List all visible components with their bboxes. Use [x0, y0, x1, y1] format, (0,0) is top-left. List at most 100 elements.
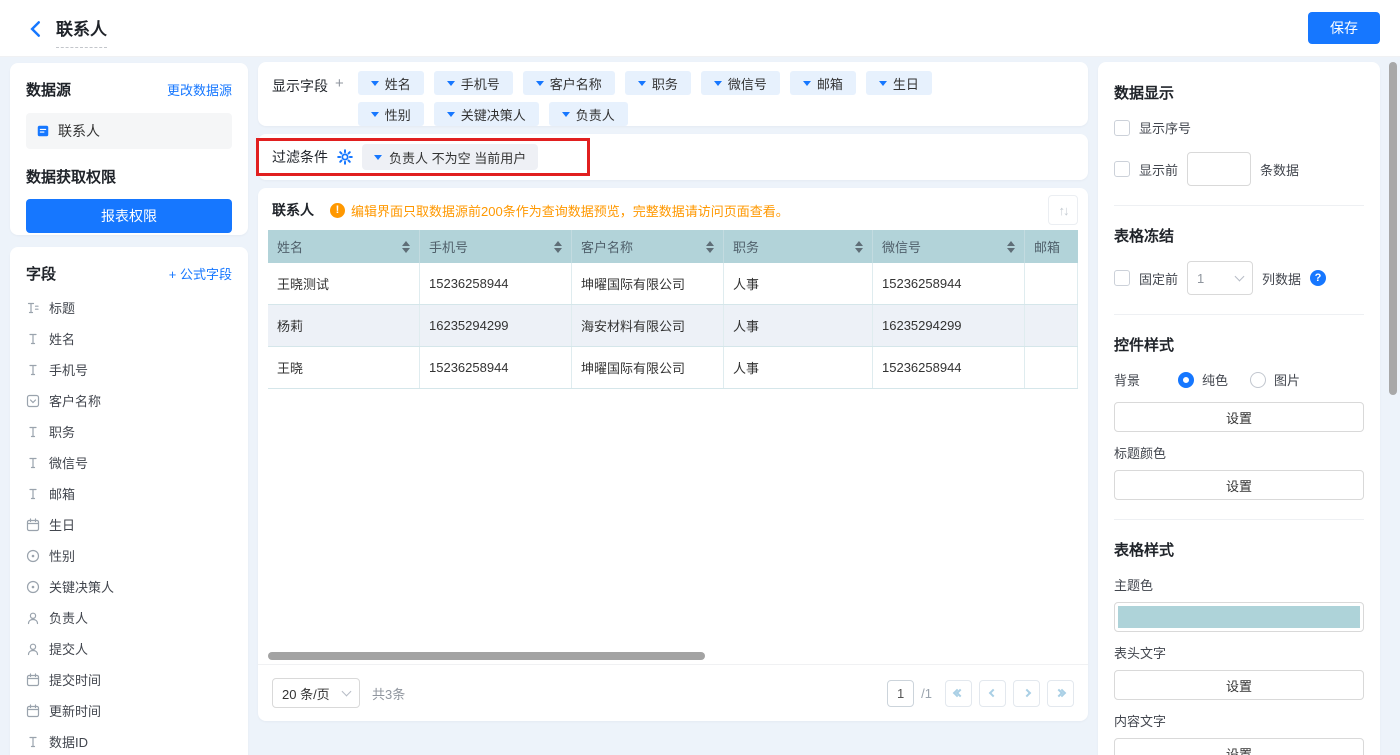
field-item[interactable]: 生日 — [26, 509, 232, 540]
field-label: 姓名 — [49, 329, 75, 348]
horizontal-scrollbar[interactable] — [268, 652, 705, 660]
show-first-checkbox[interactable] — [1114, 161, 1130, 177]
text-icon — [26, 363, 40, 377]
field-item[interactable]: 姓名 — [26, 323, 232, 354]
field-tag[interactable]: 职务 — [625, 71, 691, 95]
cell: 坤曜国际有限公司 — [572, 347, 724, 388]
select-icon — [26, 394, 40, 408]
last-page-button[interactable] — [1047, 680, 1074, 707]
freeze-checkbox[interactable] — [1114, 270, 1130, 286]
field-tag[interactable]: 负责人 — [549, 102, 628, 126]
prev-page-button[interactable] — [979, 680, 1006, 707]
show-first-count-input[interactable] — [1187, 152, 1251, 186]
field-tag[interactable]: 性别 — [358, 102, 424, 126]
display-fields-label: 显示字段 — [272, 76, 328, 96]
field-tag[interactable]: 手机号 — [434, 71, 513, 95]
chevron-down-icon — [638, 81, 646, 86]
field-item[interactable]: 标题 — [26, 292, 232, 323]
field-tag[interactable]: 微信号 — [701, 71, 780, 95]
field-item[interactable]: 数据ID — [26, 726, 232, 755]
column-header[interactable]: 邮箱 — [1025, 230, 1078, 263]
cell: 人事 — [724, 347, 873, 388]
next-page-button[interactable] — [1013, 680, 1040, 707]
cell — [1025, 263, 1078, 304]
preview-warning: ! 编辑界面只取数据源前200条作为查询数据预览，完整数据请访问页面查看。 — [330, 201, 789, 220]
report-permission-button[interactable]: 报表权限 — [26, 199, 232, 233]
first-page-button[interactable] — [945, 680, 972, 707]
vertical-scrollbar[interactable] — [1389, 62, 1397, 395]
column-header[interactable]: 客户名称 — [572, 230, 724, 263]
datasource-name: 联系人 — [58, 121, 100, 141]
field-item[interactable]: 更新时间 — [26, 695, 232, 726]
page-size-select[interactable]: 20 条/页 — [272, 678, 360, 708]
field-tag-label: 性别 — [385, 105, 411, 124]
cell: 人事 — [724, 263, 873, 304]
field-tag[interactable]: 客户名称 — [523, 71, 615, 95]
field-item[interactable]: 提交时间 — [26, 664, 232, 695]
datasource-item[interactable]: 联系人 — [26, 113, 232, 149]
total-count: 共3条 — [372, 684, 405, 703]
field-tag[interactable]: 生日 — [866, 71, 932, 95]
field-tag-label: 关键决策人 — [461, 105, 526, 124]
gear-icon[interactable] — [337, 149, 353, 165]
cell: 海安材料有限公司 — [572, 305, 724, 346]
header-text-set-button[interactable]: 设置 — [1114, 670, 1364, 700]
back-icon[interactable] — [26, 19, 46, 39]
title-color-label: 标题颜色 — [1114, 443, 1364, 462]
background-set-button[interactable]: 设置 — [1114, 402, 1364, 432]
field-item[interactable]: 客户名称 — [26, 385, 232, 416]
table-row: 王晓 15236258944 坤曜国际有限公司 人事 15236258944 — [268, 347, 1078, 389]
chevron-down-icon — [371, 112, 379, 117]
freeze-heading: 表格冻结 — [1114, 225, 1364, 246]
add-display-field-button[interactable]: + — [335, 75, 344, 92]
column-header[interactable]: 手机号 — [420, 230, 572, 263]
chevron-down-icon — [803, 81, 811, 86]
sort-carets-icon — [706, 241, 714, 253]
field-item[interactable]: 提交人 — [26, 633, 232, 664]
theme-color-picker[interactable] — [1114, 602, 1364, 632]
content-text-set-button[interactable]: 设置 — [1114, 738, 1364, 755]
title-color-set-button[interactable]: 设置 — [1114, 470, 1364, 500]
permission-heading: 数据获取权限 — [26, 166, 232, 187]
field-label: 微信号 — [49, 453, 88, 472]
sort-carets-icon — [554, 241, 562, 253]
field-item[interactable]: 负责人 — [26, 602, 232, 633]
help-icon[interactable]: ? — [1310, 270, 1326, 286]
field-item[interactable]: 微信号 — [26, 447, 232, 478]
column-header[interactable]: 微信号 — [873, 230, 1025, 263]
freeze-suffix: 列数据 — [1262, 269, 1301, 288]
text-icon — [26, 456, 40, 470]
solid-color-radio[interactable] — [1178, 372, 1194, 388]
freeze-count-select[interactable]: 1 — [1187, 261, 1253, 295]
field-item[interactable]: 职务 — [26, 416, 232, 447]
field-tag[interactable]: 邮箱 — [790, 71, 856, 95]
field-tag-label: 职务 — [652, 74, 678, 93]
report-builder-page: 联系人 保存 数据源 更改数据源 联系人 数据获取权限 报表权限 字段 + 公式… — [0, 0, 1400, 755]
add-formula-field-link[interactable]: + 公式字段 — [169, 264, 232, 283]
image-label: 图片 — [1274, 370, 1300, 389]
cell: 15236258944 — [873, 347, 1025, 388]
field-item[interactable]: 性别 — [26, 540, 232, 571]
change-datasource-link[interactable]: 更改数据源 — [167, 80, 232, 99]
freeze-count-value: 1 — [1197, 271, 1204, 286]
field-tag[interactable]: 姓名 — [358, 71, 424, 95]
sort-carets-icon — [855, 241, 863, 253]
filter-condition-tag[interactable]: 负责人 不为空 当前用户 — [362, 144, 538, 170]
field-item[interactable]: 关键决策人 — [26, 571, 232, 602]
field-item[interactable]: 手机号 — [26, 354, 232, 385]
sort-order-icon[interactable]: ↑↓ — [1048, 195, 1078, 225]
field-item[interactable]: 邮箱 — [26, 478, 232, 509]
table-row: 王晓测试 15236258944 坤曜国际有限公司 人事 15236258944 — [268, 263, 1078, 305]
save-button[interactable]: 保存 — [1308, 12, 1380, 44]
field-tag[interactable]: 关键决策人 — [434, 102, 539, 126]
current-page-input[interactable]: 1 — [887, 680, 914, 707]
show-index-checkbox[interactable] — [1114, 120, 1130, 136]
page-title[interactable]: 联系人 — [56, 15, 107, 48]
image-radio[interactable] — [1250, 372, 1266, 388]
column-header[interactable]: 姓名 — [268, 230, 420, 263]
datasource-heading: 数据源 — [26, 79, 71, 100]
field-label: 手机号 — [49, 360, 88, 379]
column-header[interactable]: 职务 — [724, 230, 873, 263]
sort-carets-icon — [402, 241, 410, 253]
filter-condition-text: 负责人 不为空 当前用户 — [389, 148, 526, 167]
